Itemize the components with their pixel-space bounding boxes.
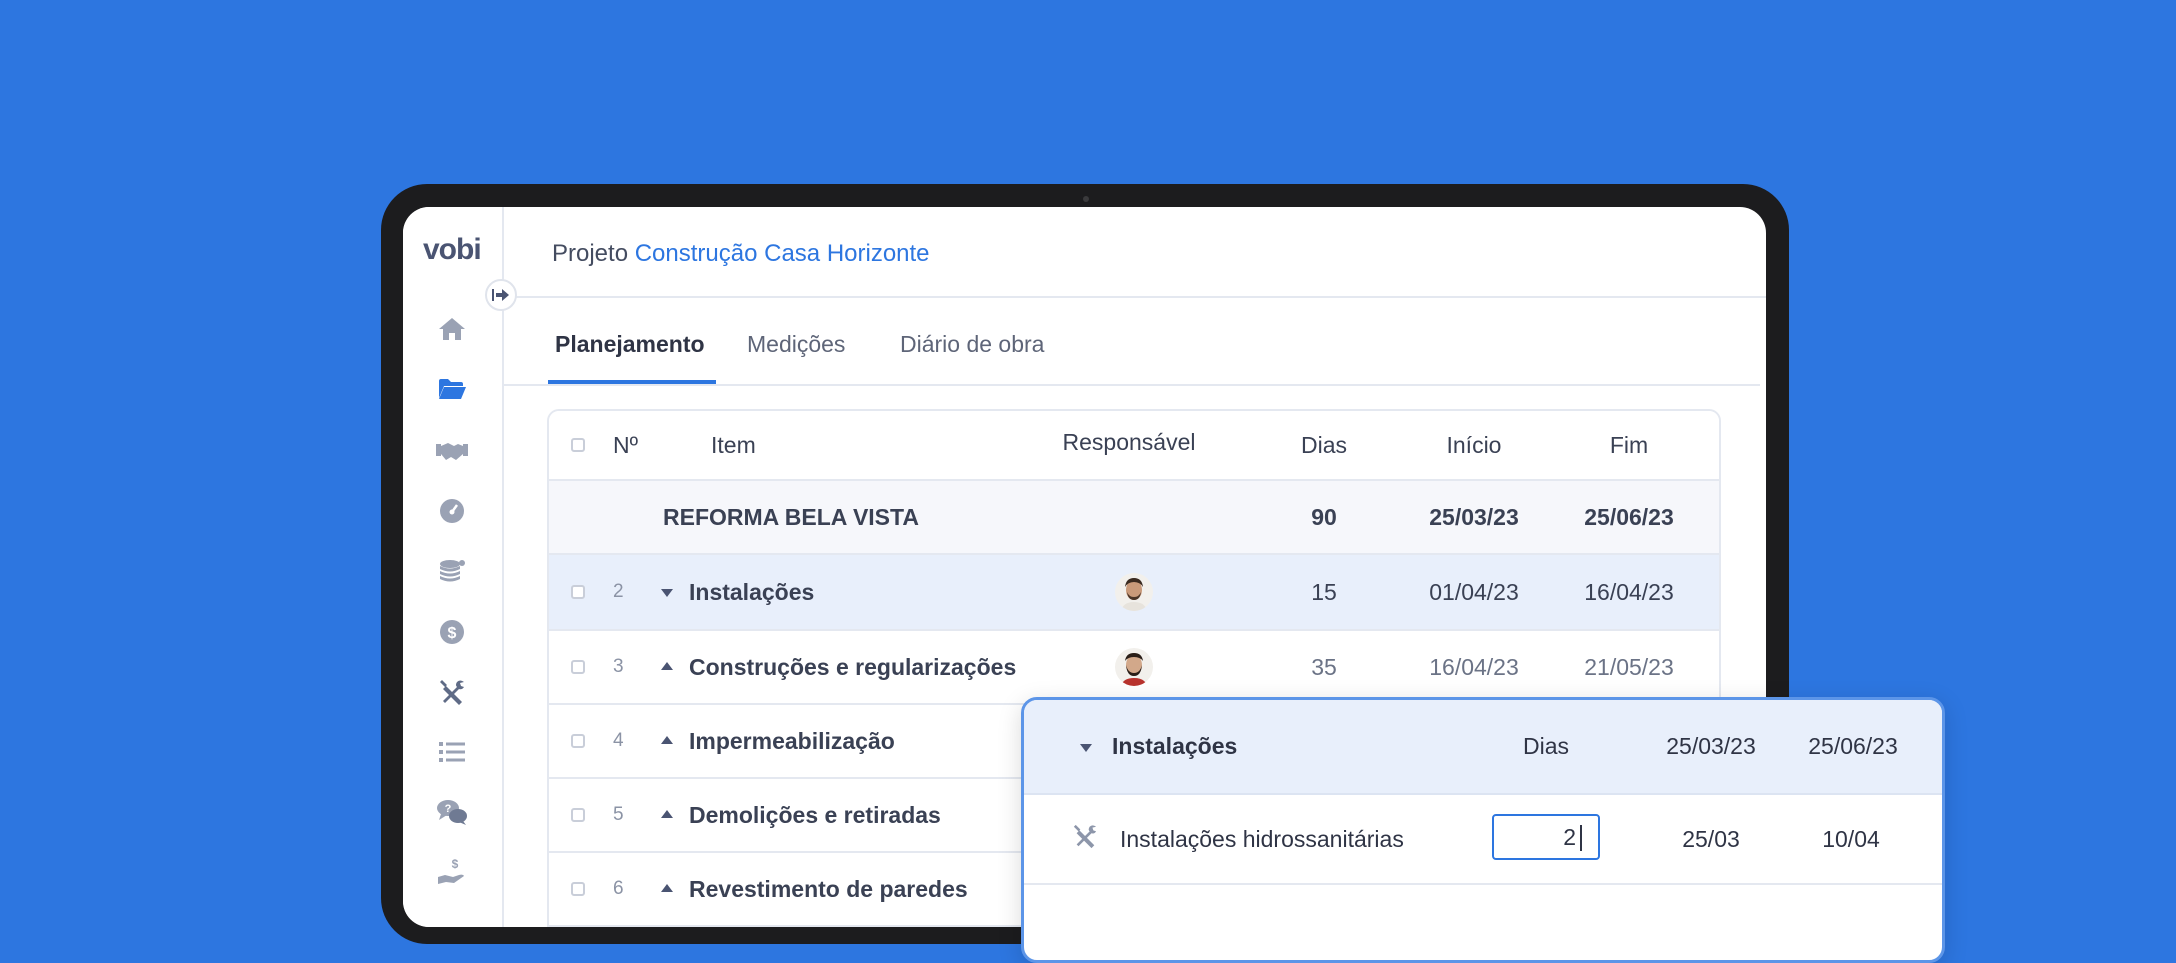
tools-icon (1072, 823, 1098, 854)
popup-title: Instalações (1112, 733, 1238, 759)
col-responsible: Responsável (1062, 428, 1196, 455)
dollar-icon[interactable]: $ (435, 615, 469, 649)
expand-caret-icon[interactable] (661, 810, 673, 818)
coins-icon[interactable] (435, 554, 469, 588)
summary-end: 25/06/23 (1584, 503, 1674, 530)
days-input-value: 2 (1563, 823, 1576, 850)
table-row[interactable]: 2 Instalações 15 01/04/23 16/04/23 (549, 555, 1719, 631)
camera (1083, 196, 1089, 202)
days-input[interactable]: 2 (1492, 814, 1600, 860)
popup-days-label: Dias (1522, 733, 1569, 759)
list-icon[interactable] (435, 735, 469, 769)
row-end: 21/05/23 (1584, 653, 1674, 680)
expand-caret-icon[interactable] (661, 884, 673, 892)
avatar[interactable] (1115, 648, 1153, 686)
row-number: 6 (613, 878, 624, 899)
project-title: Projeto Construção Casa Horizonte (552, 240, 930, 268)
handshake-icon[interactable] (435, 434, 469, 468)
col-item: Item (711, 431, 756, 458)
folder-icon[interactable] (435, 372, 469, 406)
collapse-arrow-icon (492, 289, 509, 301)
row-number: 4 (613, 730, 624, 751)
row-checkbox[interactable] (571, 734, 585, 748)
summary-row: REFORMA BELA VISTA 90 25/03/23 25/06/23 (549, 481, 1719, 555)
project-label: Projeto (552, 240, 629, 267)
expand-caret-icon[interactable] (661, 662, 673, 670)
summary-days: 90 (1311, 503, 1337, 530)
row-checkbox[interactable] (571, 585, 585, 599)
project-name-link[interactable]: Construção Casa Horizonte (635, 240, 930, 267)
avatar[interactable] (1115, 573, 1153, 611)
row-days: 35 (1311, 653, 1337, 680)
sidebar: vobi $ ? $ (403, 207, 504, 927)
popup-row[interactable]: Instalações hidrossanitárias 2 25/03 10/… (1024, 795, 1942, 885)
row-checkbox[interactable] (571, 660, 585, 674)
tools-icon[interactable] (435, 675, 469, 709)
text-caret (1580, 825, 1582, 851)
row-name: Impermeabilização (689, 727, 895, 754)
tab-diario-de-obra[interactable]: Diário de obra (900, 331, 1044, 358)
row-name: Demolições e retiradas (689, 801, 941, 828)
tab-planejamento[interactable]: Planejamento (555, 331, 705, 358)
gauge-icon[interactable] (435, 494, 469, 528)
col-end: Fim (1609, 431, 1649, 458)
chat-icon[interactable]: ? (435, 795, 469, 829)
svg-text:$: $ (448, 625, 457, 642)
svg-text:?: ? (445, 803, 452, 815)
page-header: Projeto Construção Casa Horizonte (502, 207, 1766, 298)
row-number: 5 (613, 804, 624, 825)
tab-medicoes[interactable]: Medições (747, 331, 845, 358)
select-all-checkbox[interactable] (571, 438, 585, 452)
table-row[interactable]: 3 Construções e regularizações 35 16/04/… (549, 631, 1719, 705)
row-checkbox[interactable] (571, 808, 585, 822)
popup-row-end: 10/04 (1822, 825, 1880, 852)
popup-header: Instalações Dias 25/03/23 25/06/23 (1024, 700, 1942, 795)
col-num: Nº (613, 431, 639, 458)
hand-money-icon[interactable]: $ (435, 855, 469, 889)
sidebar-collapse-button[interactable] (485, 279, 517, 311)
collapse-caret-icon[interactable] (1080, 743, 1092, 752)
active-tab-indicator (548, 380, 716, 384)
popup-row-name: Instalações hidrossanitárias (1120, 825, 1404, 852)
row-number: 2 (613, 581, 624, 602)
row-start: 16/04/23 (1429, 653, 1519, 680)
row-name: Revestimento de paredes (689, 875, 968, 902)
popup-row-start: 25/03 (1682, 825, 1740, 852)
row-number: 3 (613, 656, 624, 677)
home-icon[interactable] (435, 312, 469, 346)
row-name: Construções e regularizações (689, 653, 1017, 680)
subtask-popup: Instalações Dias 25/03/23 25/06/23 Insta… (1021, 697, 1945, 963)
svg-text:$: $ (452, 857, 459, 871)
vobi-logo: vobi (423, 233, 482, 266)
row-end: 16/04/23 (1584, 578, 1674, 605)
summary-name: REFORMA BELA VISTA (663, 503, 919, 530)
col-start: Início (1446, 431, 1502, 458)
tab-bar: Planejamento Medições Diário de obra (502, 298, 1760, 386)
summary-start: 25/03/23 (1429, 503, 1519, 530)
popup-start: 25/03/23 (1666, 733, 1756, 759)
expand-caret-icon[interactable] (661, 736, 673, 744)
row-name: Instalações (689, 578, 815, 605)
table-header: Nº Item Responsável Dias Início Fim (549, 411, 1719, 481)
popup-end: 25/06/23 (1808, 733, 1898, 759)
row-days: 15 (1311, 578, 1337, 605)
row-checkbox[interactable] (571, 882, 585, 896)
row-start: 01/04/23 (1429, 578, 1519, 605)
collapse-caret-icon[interactable] (661, 589, 673, 597)
col-days: Dias (1300, 431, 1347, 458)
